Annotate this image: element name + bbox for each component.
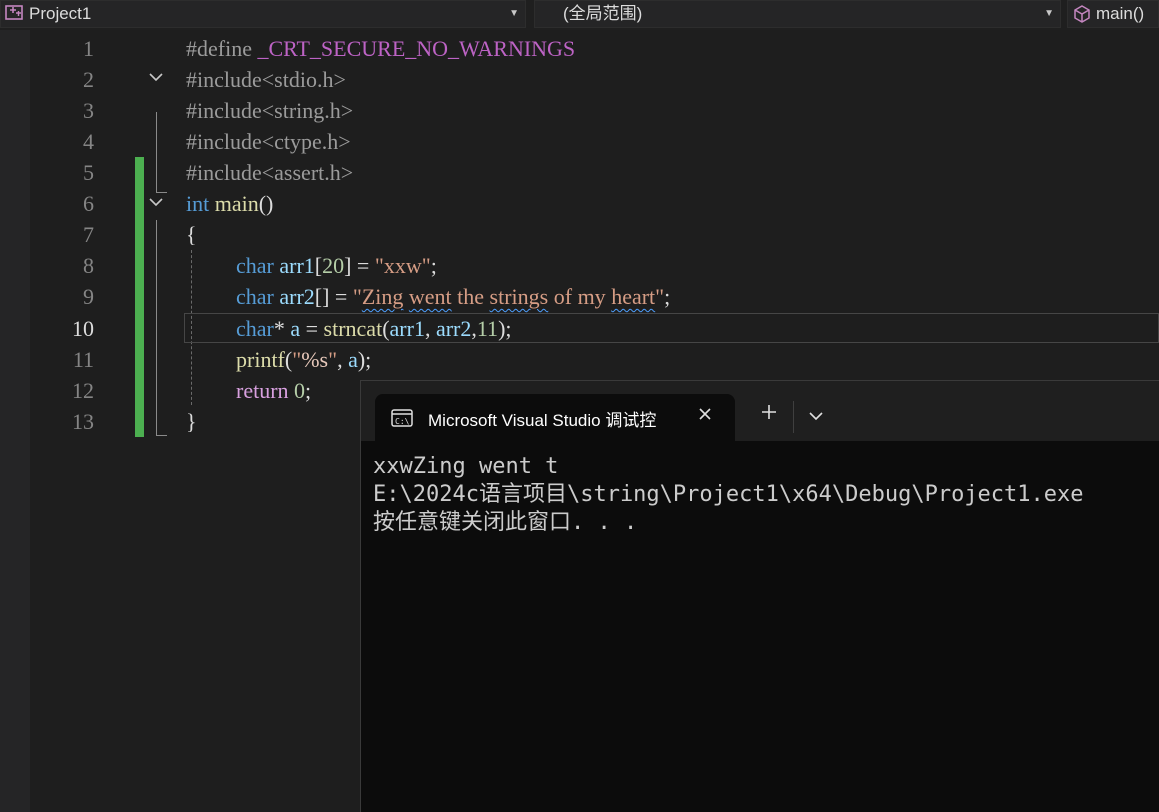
format-specifier: %s (301, 347, 329, 372)
dropdown-arrow-icon: ▼ (509, 8, 519, 19)
outline-line (156, 112, 157, 192)
output-line: xxwZing went t (373, 454, 559, 479)
variable: a (348, 347, 358, 372)
macro-name: _CRT_SECURE_NO_WARNINGS (257, 36, 576, 61)
code-line-1: #define _CRT_SECURE_NO_WARNINGS (186, 33, 575, 64)
string-literal: "Zing went the strings of my heart" (352, 284, 665, 309)
keyword: char (236, 284, 274, 309)
project-label: Project1 (29, 4, 92, 23)
code-line-5: #include<assert.h> (186, 160, 354, 185)
project-dropdown[interactable]: Project1 ▼ (0, 0, 526, 28)
line-number: 12 (72, 378, 94, 403)
code-line-7: { (186, 222, 197, 247)
line-number-active: 10 (72, 316, 94, 341)
variable: arr2 (435, 316, 472, 341)
keyword: char (236, 253, 274, 278)
line-number: 2 (83, 67, 94, 92)
line-number: 3 (83, 98, 94, 123)
output-line: 按任意键关闭此窗口. . . (373, 510, 638, 535)
code-line-3: #include<string.h> (186, 98, 354, 123)
outline-end (156, 435, 167, 436)
outline-line (156, 220, 157, 435)
punctuation: [ (314, 253, 323, 278)
line-number: 4 (83, 129, 94, 154)
console-app-icon: C:\ (391, 408, 413, 433)
punctuation: [] = (314, 284, 353, 309)
line-number: 6 (83, 191, 94, 216)
keyword: char (236, 316, 274, 341)
project-icon (5, 4, 25, 30)
console-output: xxwZing went t E:\2024c语言项目\string\Projec… (373, 453, 1084, 537)
output-line: E:\2024c语言项目\string\Project1\x64\Debug\P… (373, 482, 1084, 507)
code-line-9: char arr2[] = "Zing went the strings of … (236, 281, 670, 312)
dropdown-arrow-icon: ▼ (1044, 8, 1054, 19)
line-number: 13 (72, 409, 94, 434)
variable: a (290, 316, 301, 341)
code-line-10: char* a = strncat(arr1, arr2,11); (236, 313, 512, 344)
line-number: 8 (83, 253, 94, 278)
punctuation: ; (664, 284, 671, 309)
preprocessor-directive: #define (186, 36, 252, 61)
variable: arr1 (279, 253, 315, 278)
function-name: main (214, 191, 259, 216)
function-call: printf (236, 347, 285, 372)
punctuation: ); (498, 316, 512, 341)
code-line-4: #include<ctype.h> (186, 129, 351, 154)
number-literal: 11 (476, 316, 499, 341)
debug-console-window[interactable]: C:\ Microsoft Visual Studio 调试控 xxwZing … (360, 380, 1159, 812)
scope-dropdown[interactable]: (全局范围) ▼ (534, 0, 1061, 28)
function-call: strncat (323, 316, 383, 341)
line-number: 1 (83, 36, 94, 61)
change-tracking-bar (135, 157, 144, 437)
close-icon[interactable] (697, 402, 713, 428)
punctuation: * (273, 316, 291, 341)
punctuation: () (258, 191, 274, 216)
fold-chevron-icon[interactable] (148, 63, 164, 94)
variable: arr2 (279, 284, 315, 309)
plus-icon[interactable] (760, 401, 778, 427)
punctuation: ); (357, 347, 372, 372)
punctuation: ; (430, 253, 437, 278)
punctuation: = (300, 316, 324, 341)
svg-text:C:\: C:\ (395, 417, 410, 426)
punctuation: ] = (344, 253, 375, 278)
member-dropdown[interactable]: main() (1067, 0, 1159, 28)
number-literal: 20 (322, 253, 345, 278)
console-tab[interactable]: C:\ Microsoft Visual Studio 调试控 (375, 394, 735, 441)
code-line-11: printf("%s", a); (236, 344, 371, 375)
string-literal: " (292, 347, 302, 372)
number-literal: 0 (294, 378, 306, 403)
punctuation: , (337, 347, 349, 372)
member-label: main() (1096, 4, 1145, 23)
string-literal: "xxw" (374, 253, 431, 278)
line-number: 9 (83, 284, 94, 309)
navigation-bar: Project1 ▼ (全局范围) ▼ main() (0, 0, 1159, 30)
member-cube-icon (1072, 4, 1092, 32)
editor-margin (0, 30, 30, 812)
console-tab-title: Microsoft Visual Studio 调试控 (428, 411, 657, 430)
line-number: 5 (83, 160, 94, 185)
code-line-2: #include<stdio.h> (186, 67, 346, 92)
tab-separator (793, 401, 794, 433)
line-number: 7 (83, 222, 94, 247)
variable: arr1 (389, 316, 425, 341)
chevron-down-icon[interactable] (808, 409, 824, 427)
code-line-12: return 0; (236, 375, 311, 406)
line-number: 11 (72, 347, 94, 372)
code-line-8: char arr1[20] = "xxw"; (236, 250, 437, 281)
scope-label: (全局范围) (563, 4, 643, 23)
code-line-13: } (186, 409, 197, 434)
punctuation: ( (382, 316, 390, 341)
fold-chevron-icon[interactable] (148, 188, 164, 219)
keyword: int (186, 191, 210, 216)
code-line-6: int main() (186, 188, 273, 219)
console-title-bar: C:\ Microsoft Visual Studio 调试控 (361, 381, 1159, 441)
string-literal: " (328, 347, 338, 372)
keyword: return (236, 378, 289, 403)
punctuation: , (424, 316, 436, 341)
punctuation: ; (305, 378, 312, 403)
